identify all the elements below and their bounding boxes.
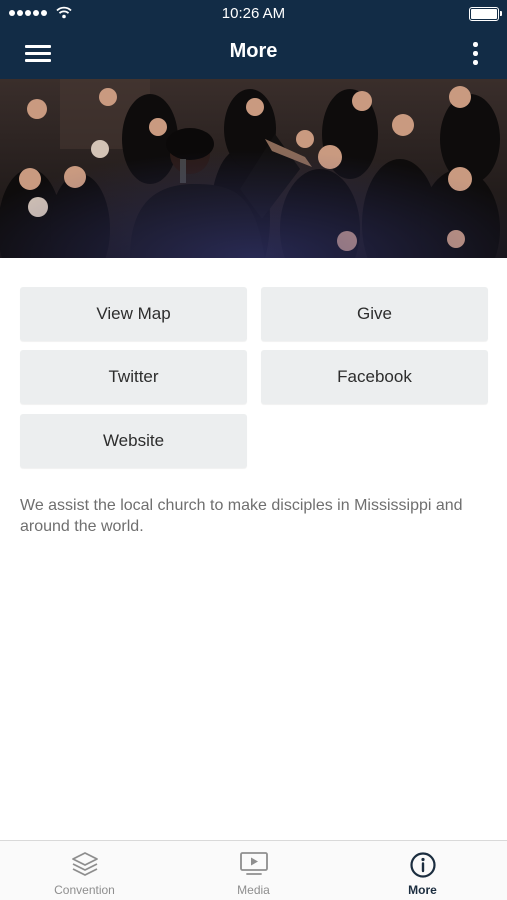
page-title: More	[229, 40, 278, 62]
status-bar: 10:26 AM	[0, 0, 507, 28]
twitter-button[interactable]: Twitter	[20, 350, 247, 404]
tab-convention[interactable]: Convention	[0, 841, 169, 900]
status-time: 10:26 AM	[221, 5, 286, 22]
play-screen-icon	[239, 852, 268, 875]
tab-more[interactable]: More	[338, 841, 507, 900]
nav-bar: More	[0, 28, 507, 79]
tab-media[interactable]: Media	[169, 841, 338, 900]
view-map-button[interactable]: View Map	[20, 287, 247, 341]
kebab-menu-icon[interactable]	[467, 40, 483, 68]
tab-bar: Convention Media More	[0, 840, 507, 900]
choir-photo	[0, 79, 507, 258]
facebook-button[interactable]: Facebook	[261, 350, 488, 404]
tab-media-label: Media	[237, 883, 270, 897]
hero-image	[0, 79, 507, 258]
info-icon	[409, 852, 436, 878]
description-text: We assist the local church to make disci…	[20, 497, 463, 535]
tab-more-label: More	[408, 883, 437, 897]
tab-convention-label: Convention	[54, 883, 115, 897]
website-button[interactable]: Website	[20, 414, 247, 468]
give-button[interactable]: Give	[261, 287, 488, 341]
layers-icon	[71, 852, 98, 876]
hamburger-menu-icon[interactable]	[22, 40, 56, 66]
battery-icon	[469, 7, 502, 21]
app-header: 10:26 AM More	[0, 0, 507, 79]
